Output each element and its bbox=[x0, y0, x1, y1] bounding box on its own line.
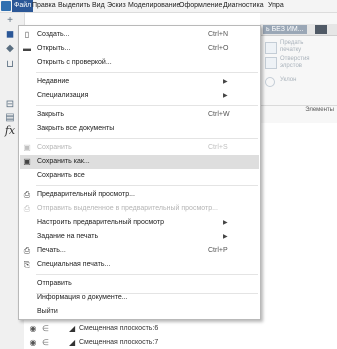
menu-item-setup-preview[interactable]: Настроить предварительный просмотр ▶ bbox=[20, 216, 259, 230]
menu-design[interactable]: Оформление bbox=[177, 0, 224, 12]
menu-separator bbox=[36, 185, 258, 186]
menu-item-label: Выйти bbox=[37, 308, 58, 315]
submenu-arrow-icon: ▶ bbox=[223, 79, 228, 85]
menu-item-save-as[interactable]: ▣ Сохранить как... bbox=[20, 155, 259, 169]
document-tab[interactable]: ь БЕЗ ИМ... bbox=[260, 24, 337, 36]
preview-icon: ⎙ bbox=[23, 190, 31, 199]
model-tree-icon[interactable]: ◼ bbox=[3, 29, 17, 41]
menu-item-open-check[interactable]: Открыть с проверкой... bbox=[20, 56, 259, 70]
open-folder-icon: ▬ bbox=[23, 44, 31, 53]
menu-modeling[interactable]: Моделирование bbox=[126, 0, 182, 12]
menu-sketch[interactable]: Эскиз bbox=[105, 0, 128, 12]
tree-panel-icon[interactable]: ⊟ bbox=[3, 99, 17, 111]
send-preview-icon: ⎙ bbox=[23, 204, 31, 213]
tree-row-label: Смещенная плоскость:6 bbox=[79, 325, 159, 332]
menu-item-send-to-preview[interactable]: ⎙ Отправить выделенное в предварительный… bbox=[20, 202, 259, 216]
properties-icon[interactable]: ▤ bbox=[3, 112, 17, 124]
menu-separator bbox=[36, 274, 258, 275]
menu-item-print-job[interactable]: Задание на печать ▶ bbox=[20, 230, 259, 244]
menu-item-label: Открыть... bbox=[37, 45, 71, 52]
submenu-arrow-icon: ▶ bbox=[223, 234, 228, 240]
shortcut-label: Ctrl+O bbox=[208, 45, 229, 52]
menu-separator bbox=[36, 105, 258, 106]
menu-item-label: Отправить выделенное в предварительный п… bbox=[37, 205, 218, 212]
menu-item-label: Отправить bbox=[37, 280, 72, 287]
element-type-icon: ∈ bbox=[42, 338, 49, 347]
menu-diagnostics[interactable]: Диагностика bbox=[221, 0, 266, 12]
menu-item-open[interactable]: ▬ Открыть... Ctrl+O bbox=[20, 42, 259, 56]
eye-icon[interactable]: ◉ bbox=[29, 322, 37, 335]
menu-item-label: Сохранить bbox=[37, 144, 72, 151]
menu-separator bbox=[36, 138, 258, 139]
menu-select[interactable]: Выделить bbox=[56, 0, 92, 12]
special-print-icon: ⎘ bbox=[23, 260, 31, 269]
menu-item-exit[interactable]: Выйти bbox=[20, 305, 259, 319]
menu-item-close-all[interactable]: Закрыть все документы bbox=[20, 122, 259, 136]
menubar: Файл Правка Выделить Вид Эскиз Моделиров… bbox=[0, 0, 337, 13]
add-icon[interactable]: + bbox=[3, 15, 17, 27]
menu-item-new[interactable]: ▯ Создать... Ctrl+N bbox=[20, 28, 259, 42]
menu-item-label: Информация о документе... bbox=[37, 294, 128, 301]
variables-fx-icon[interactable]: fx bbox=[3, 125, 17, 137]
document-tab-label: ь БЕЗ ИМ... bbox=[263, 25, 307, 34]
menu-edit[interactable]: Правка bbox=[30, 0, 58, 12]
menu-item-label: Предварительный просмотр... bbox=[37, 191, 135, 198]
menu-separator bbox=[36, 72, 258, 73]
menu-item-label: Закрыть bbox=[37, 111, 64, 118]
menu-item-label: Специализация bbox=[37, 92, 89, 99]
shortcut-label: Ctrl+P bbox=[208, 247, 228, 254]
eye-icon[interactable]: ◉ bbox=[29, 336, 37, 349]
save-as-icon: ▣ bbox=[23, 157, 31, 166]
menu-item-close[interactable]: Закрыть Ctrl+W bbox=[20, 108, 259, 122]
menu-item-label: Печать... bbox=[37, 247, 66, 254]
file-menu-dropdown: ▯ Создать... Ctrl+N ▬ Открыть... Ctrl+O … bbox=[18, 25, 261, 320]
menu-item-send[interactable]: Отправить bbox=[20, 277, 259, 291]
save-icon: ▣ bbox=[23, 143, 31, 152]
new-file-icon: ▯ bbox=[24, 30, 30, 39]
submenu-arrow-icon: ▶ bbox=[223, 93, 228, 99]
ribbon-cmd2-label[interactable]: Отверстия элрстов bbox=[280, 56, 310, 70]
plane-icon: ◢ bbox=[69, 324, 76, 333]
menu-item-label: Закрыть все документы bbox=[37, 125, 115, 132]
sketch-tool-icon[interactable]: ◆ bbox=[3, 43, 17, 55]
menu-item-label: Сохранить все bbox=[37, 172, 85, 179]
ribbon-cmd3-label[interactable]: Уклон bbox=[280, 77, 296, 83]
menu-item-label: Задание на печать bbox=[37, 233, 99, 240]
submenu-arrow-icon: ▶ bbox=[223, 220, 228, 226]
menu-item-recent[interactable]: Недавние ▶ bbox=[20, 75, 259, 89]
menu-item-preview[interactable]: ⎙ Предварительный просмотр... bbox=[20, 188, 259, 202]
menu-item-doc-info[interactable]: Информация о документе... bbox=[20, 291, 259, 305]
menu-item-label: Настроить предварительный просмотр bbox=[37, 219, 164, 226]
menu-item-label: Специальная печать... bbox=[37, 261, 111, 268]
menu-item-special-print[interactable]: ⎘ Специальная печать... bbox=[20, 258, 259, 272]
menu-item-label: Открыть с проверкой... bbox=[37, 59, 112, 66]
menu-item-save-all[interactable]: Сохранить все bbox=[20, 169, 259, 183]
model-tree: ◉ ∈ ◢ Смещенная плоскость:6 ◉ ∈ ◢ Смещен… bbox=[24, 320, 204, 349]
menu-item-print[interactable]: ⎙ Печать... Ctrl+P bbox=[20, 244, 259, 258]
ribbon-cmd3-icon[interactable] bbox=[265, 77, 275, 87]
element-type-icon: ∈ bbox=[42, 324, 49, 333]
shortcut-label: Ctrl+W bbox=[208, 111, 230, 118]
menu-item-label: Создать... bbox=[37, 31, 70, 38]
plane-icon: ◢ bbox=[69, 338, 76, 347]
menu-item-specialization[interactable]: Специализация ▶ bbox=[20, 89, 259, 103]
menu-item-save[interactable]: ▣ Сохранить Ctrl+S bbox=[20, 141, 259, 155]
menu-manage[interactable]: Упра bbox=[266, 0, 286, 12]
menu-item-label: Сохранить как... bbox=[37, 158, 90, 165]
document-tab-close[interactable] bbox=[315, 25, 327, 34]
constraint-icon[interactable]: ⊔ bbox=[3, 59, 17, 71]
printer-icon: ⎙ bbox=[23, 246, 31, 255]
menu-item-label: Недавние bbox=[37, 78, 70, 85]
tree-row-label: Смещенная плоскость:7 bbox=[79, 339, 159, 346]
ribbon-cmd2-icon[interactable] bbox=[265, 57, 277, 69]
shortcut-label: Ctrl+S bbox=[208, 144, 228, 151]
app-logo-icon[interactable] bbox=[1, 1, 11, 11]
shortcut-label: Ctrl+N bbox=[208, 31, 229, 38]
ribbon-group-footer: Элементы bbox=[260, 105, 337, 115]
ribbon-cmd1-icon[interactable] bbox=[265, 42, 277, 54]
ribbon-cmd1-label[interactable]: Предать печатку bbox=[280, 40, 303, 54]
